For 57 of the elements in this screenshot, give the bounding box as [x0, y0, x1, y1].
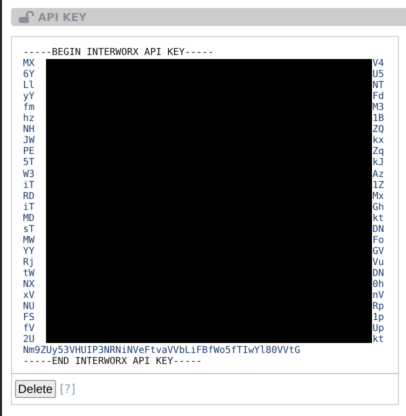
key-text: GV — [372, 246, 384, 257]
key-text: RD — [23, 190, 35, 202]
key-text: JW — [23, 135, 35, 146]
key-text: 2U — [23, 334, 35, 346]
key-text: Zq — [372, 146, 384, 158]
key-text: yY — [23, 91, 35, 102]
key-text: tW — [23, 268, 35, 279]
key-text: MX — [23, 58, 35, 70]
key-text: Rj — [23, 256, 35, 268]
key-text: 5T — [23, 157, 35, 169]
key-text: Fd — [372, 91, 384, 102]
key-text: 1B — [372, 113, 384, 124]
key-text: sT — [23, 224, 35, 235]
key-text: fm — [23, 102, 35, 114]
key-text: 6Y — [23, 69, 35, 80]
key-text: Mx — [372, 190, 384, 202]
key-text: ZQ — [372, 124, 384, 136]
key-text: kt — [372, 212, 384, 224]
key-text: DN — [372, 268, 384, 279]
key-text: V4 — [372, 58, 384, 70]
key-text: iT — [23, 180, 35, 191]
key-text: Ll — [23, 80, 35, 92]
key-text: xV — [23, 290, 35, 302]
key-text: M3 — [372, 102, 384, 114]
key-end-line: -----END INTERWORX API KEY----- — [23, 356, 204, 368]
key-text: 0h — [372, 278, 384, 290]
key-text: DN — [372, 224, 384, 235]
key-text: fV — [23, 323, 35, 334]
key-text: kt — [372, 334, 384, 346]
key-text: W3 — [23, 168, 35, 180]
key-text: kJ — [372, 157, 384, 169]
key-text: Fo — [372, 234, 384, 246]
key-text: NT — [372, 80, 384, 92]
key-text: Up — [372, 323, 384, 334]
key-text: Gh — [372, 202, 384, 213]
key-begin-line: -----BEGIN INTERWORX API KEY----- — [23, 47, 215, 58]
key-text: hz — [23, 113, 35, 124]
key-text: 1p — [372, 312, 384, 324]
key-text: YY — [23, 246, 35, 257]
key-text: Rp — [372, 301, 384, 312]
key-text: Az — [372, 168, 384, 180]
key-text: kx — [372, 135, 384, 146]
key-text: U5 — [372, 69, 384, 80]
section-title: API KEY — [38, 10, 87, 24]
delete-button[interactable]: Delete — [15, 380, 56, 398]
key-text: Vu — [372, 256, 384, 268]
key-text: NX — [23, 278, 35, 290]
key-text: FS — [23, 312, 35, 324]
key-text: NU — [23, 301, 35, 312]
key-text: MD — [23, 212, 35, 224]
key-text: Nm9ZUy53VHUIP3NRNiNVeFtvaVVbLiFBfWo5fTIwYl80VVtG — [23, 345, 302, 356]
key-text: 1Z — [372, 180, 384, 191]
key-text: NH — [23, 124, 35, 136]
key-text: iT — [23, 202, 35, 213]
key-text: nV — [372, 290, 384, 302]
key-text: PE — [23, 146, 35, 158]
key-text: MW — [23, 234, 35, 246]
